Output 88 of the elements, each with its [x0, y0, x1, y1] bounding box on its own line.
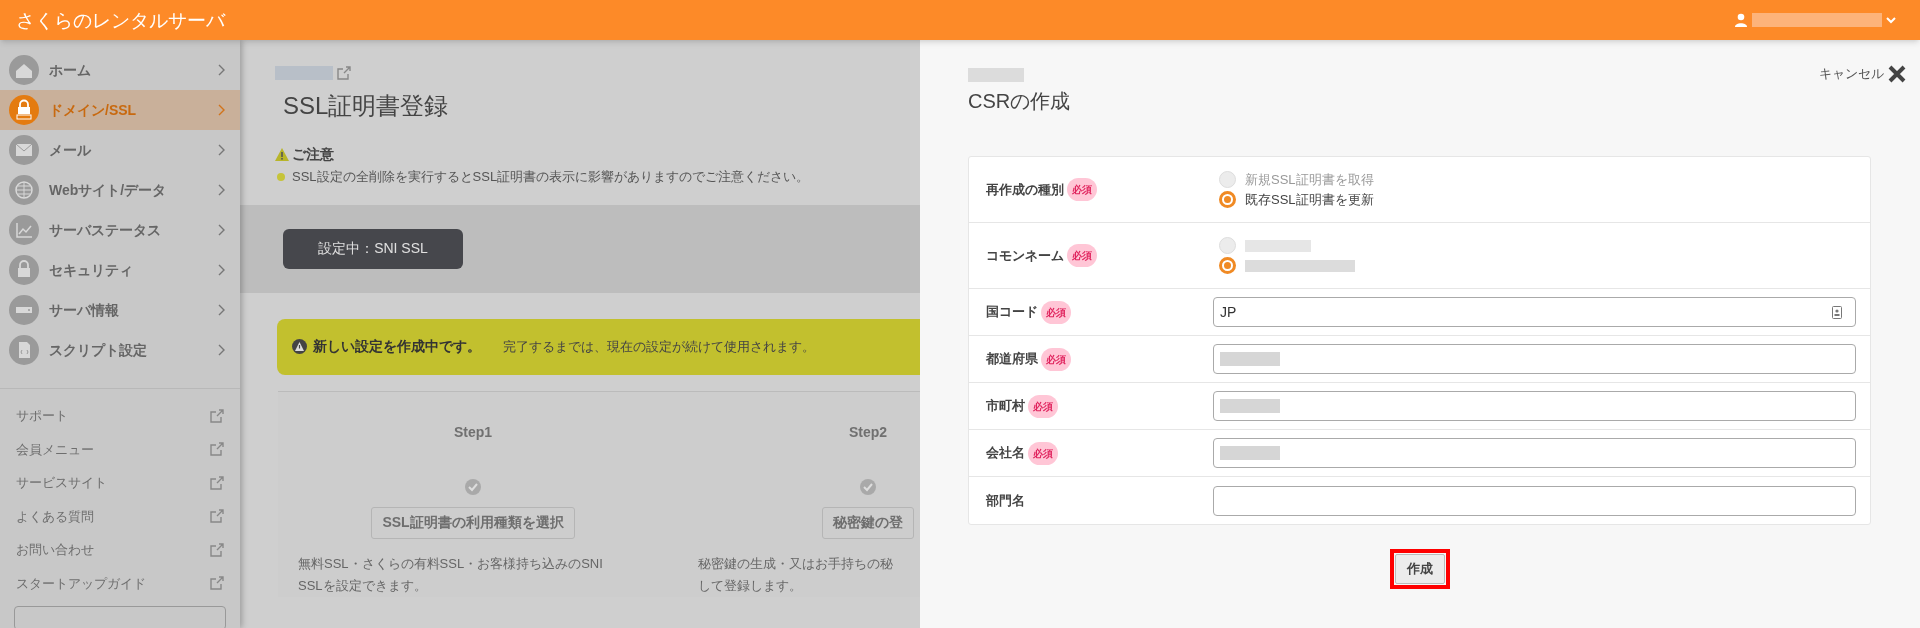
- chart-icon: [9, 215, 39, 245]
- step-button[interactable]: SSL証明書の利用種類を選択: [371, 506, 575, 539]
- radio-button[interactable]: [1219, 191, 1236, 208]
- chevron-icon: [218, 344, 226, 356]
- field-label: コモンネーム: [986, 246, 1064, 265]
- nav-item[interactable]: ドメイン/SSL: [0, 90, 240, 130]
- radio-label: 新規SSL証明書を取得: [1245, 170, 1374, 189]
- chevron-icon: [218, 184, 226, 196]
- current-setting-button[interactable]: 設定中：SNI SSL: [283, 228, 463, 269]
- input-field[interactable]: [1213, 344, 1856, 374]
- sidebar-button[interactable]: [14, 606, 226, 628]
- create-button[interactable]: 作成: [1394, 554, 1445, 584]
- redacted-block: [968, 68, 1024, 82]
- site-title: さくらのレンタルサーバ: [16, 7, 225, 33]
- step-description: 秘密鍵の生成・又はお手持ちの秘: [698, 554, 893, 573]
- chevron-icon: [218, 264, 226, 276]
- nav-item[interactable]: セキュリティ: [0, 250, 240, 290]
- input-field[interactable]: [1213, 485, 1856, 516]
- nav-item[interactable]: サーバ情報: [0, 290, 240, 330]
- home-icon: [9, 55, 39, 85]
- chevron-icon: [218, 224, 226, 236]
- caret-icon: [1886, 16, 1896, 24]
- warning-icon: [292, 339, 307, 354]
- external-link-icon: [210, 576, 224, 591]
- input-field[interactable]: JP: [1213, 297, 1856, 327]
- panel-title: CSRの作成: [968, 89, 1072, 114]
- globe-icon: [9, 175, 39, 205]
- chevron-icon: [218, 64, 226, 76]
- field-label: 再作成の種別: [986, 180, 1064, 199]
- nav-item[interactable]: サーバステータス: [0, 210, 240, 250]
- external-link-icon: [210, 509, 224, 524]
- required-badge: 必須: [1041, 300, 1071, 324]
- external-link-icon: [210, 542, 224, 557]
- server-icon: [9, 295, 39, 325]
- sidebar-link[interactable]: サポート: [0, 399, 240, 433]
- step-description: して登録します。: [698, 576, 803, 595]
- check-icon: [465, 478, 481, 495]
- bullet-icon: [277, 172, 285, 181]
- step-description: 無料SSL・さくらの有料SSL・お客様持ち込みのSNI: [298, 554, 603, 573]
- notice-text: SSL設定の全削除を実行するとSSL証明書の表示に影響がありますのでご注意ください。: [292, 168, 810, 186]
- step-label: Step1: [453, 422, 493, 442]
- required-badge: 必須: [1067, 244, 1097, 267]
- external-link-icon: [337, 66, 351, 80]
- step-button[interactable]: 秘密鍵の登: [822, 506, 914, 539]
- chevron-icon: [218, 104, 226, 116]
- external-link-icon: [210, 408, 224, 423]
- radio-label: 既存SSL証明書を更新: [1245, 190, 1374, 209]
- required-badge: 必須: [1041, 347, 1071, 371]
- document-icon: [9, 335, 39, 365]
- banner-title: 新しい設定を作成中です。: [313, 337, 481, 356]
- required-badge: 必須: [1028, 394, 1058, 418]
- nav-item[interactable]: スクリプト設定: [0, 330, 240, 370]
- external-link-icon: [210, 442, 224, 457]
- check-icon: [860, 478, 876, 495]
- field-label: 会社名: [986, 444, 1025, 463]
- field-label: 市町村: [986, 397, 1025, 416]
- field-label: 都道府県: [986, 350, 1038, 369]
- nav-item[interactable]: Webサイト/データ: [0, 170, 240, 210]
- chevron-icon: [218, 304, 226, 316]
- cancel-button[interactable]: キャンセル: [1819, 64, 1906, 84]
- input-field[interactable]: [1213, 391, 1856, 421]
- nav-item[interactable]: ホーム: [0, 50, 240, 90]
- step-label: Step2: [848, 422, 888, 442]
- required-badge: 必須: [1067, 178, 1097, 201]
- input-field[interactable]: [1213, 438, 1856, 468]
- lock-icon: [9, 255, 39, 285]
- step-description: SSLを設定できます。: [298, 576, 428, 595]
- sidebar-link[interactable]: よくある質問: [0, 499, 240, 533]
- sidebar-link[interactable]: 会員メニュー: [0, 432, 240, 466]
- sidebar-link[interactable]: サービスサイト: [0, 466, 240, 500]
- nav-item[interactable]: メール: [0, 130, 240, 170]
- envelope-icon: [9, 135, 39, 165]
- field-label: 国コード: [986, 303, 1038, 322]
- contact-card-icon: [1832, 306, 1842, 319]
- warning-icon: [275, 148, 289, 161]
- page-title: SSL証明書登録: [282, 91, 450, 121]
- required-badge: 必須: [1028, 441, 1058, 465]
- banner-text: 完了するまでは、現在の設定が続けて使用されます。: [503, 337, 815, 356]
- external-link-icon: [210, 475, 224, 490]
- field-label: 部門名: [986, 491, 1025, 510]
- radio-button[interactable]: [1219, 257, 1236, 274]
- user-icon: [1734, 13, 1748, 27]
- sidebar-link[interactable]: お問い合わせ: [0, 533, 240, 567]
- close-icon: [1888, 64, 1906, 83]
- chevron-icon: [218, 144, 226, 156]
- notice-title: ご注意: [292, 145, 334, 164]
- lock-icon: [9, 95, 39, 125]
- sidebar-link[interactable]: スタートアップガイド: [0, 566, 240, 600]
